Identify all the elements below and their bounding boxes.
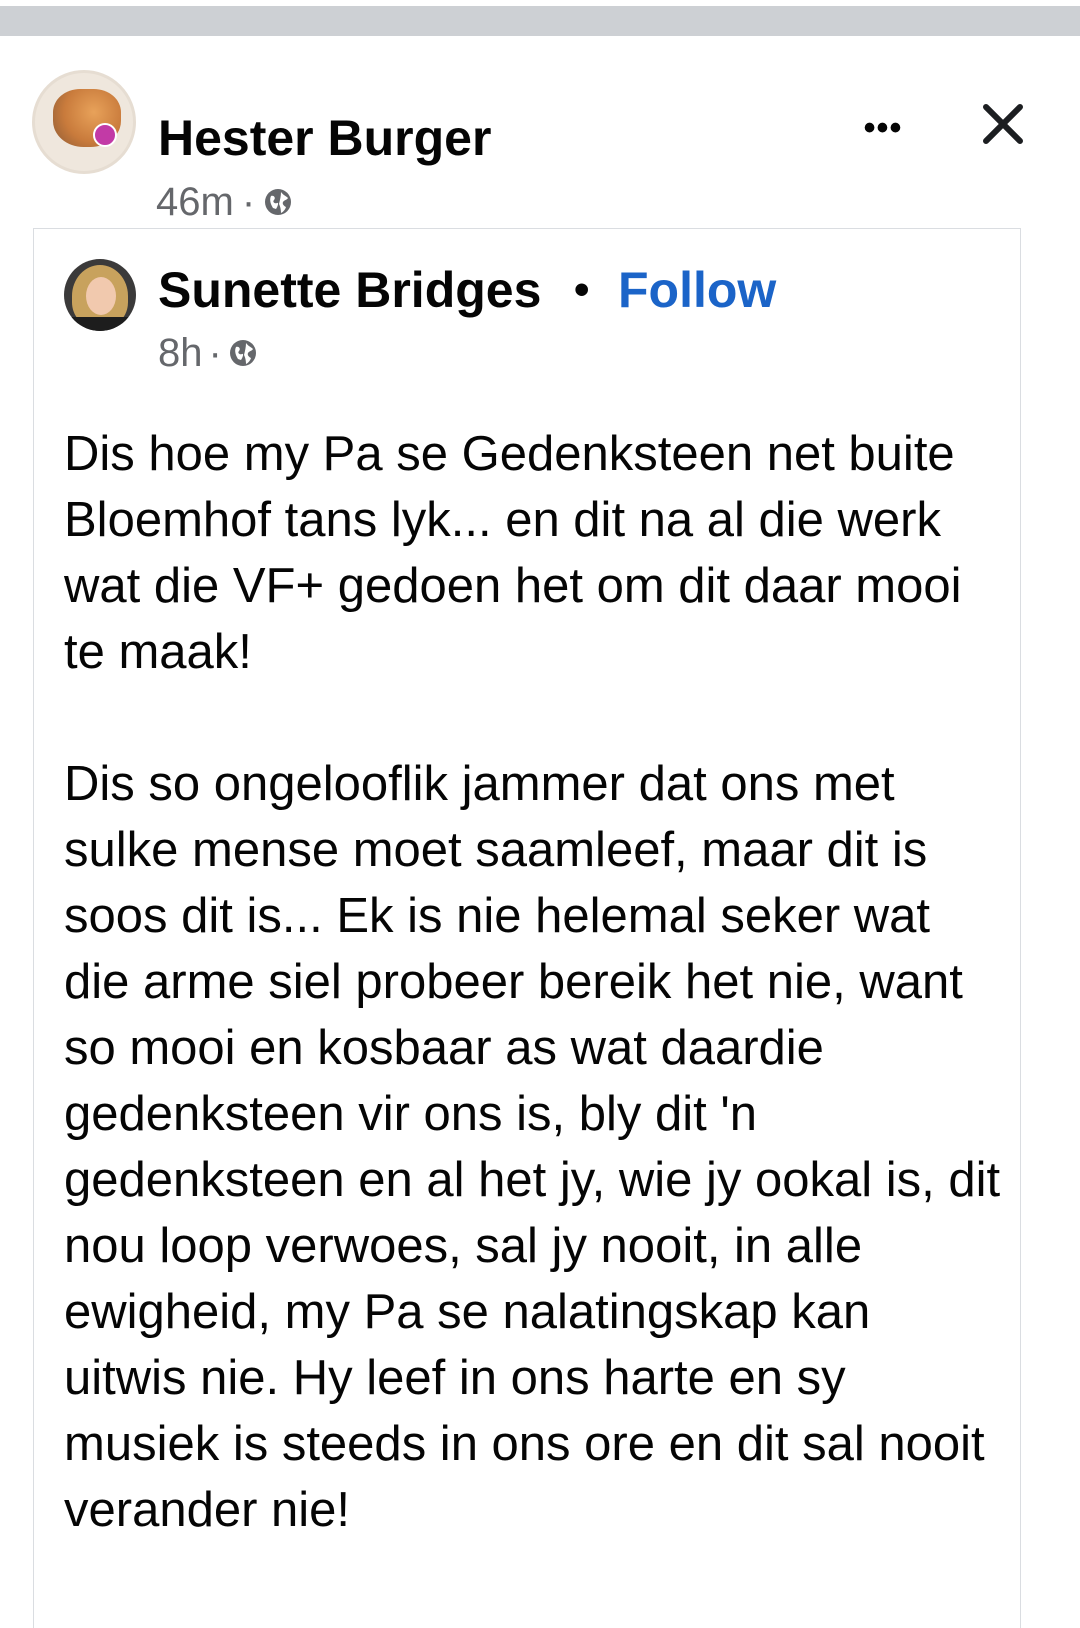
shared-post-card: Sunette Bridges • Follow 8h · Dis hoe my… bbox=[33, 228, 1021, 1628]
post-author-name[interactable]: Hester Burger bbox=[158, 108, 491, 168]
meta-separator: · bbox=[241, 180, 256, 224]
shared-post-meta: 8h · bbox=[158, 329, 258, 377]
post-timestamp[interactable]: 46m bbox=[156, 178, 234, 226]
author-avatar[interactable] bbox=[32, 70, 136, 174]
post-header: Hester Burger 46m · ••• bbox=[0, 38, 1080, 224]
top-divider-bar bbox=[0, 6, 1080, 36]
follow-button[interactable]: Follow bbox=[618, 259, 776, 321]
shared-author-name[interactable]: Sunette Bridges bbox=[158, 259, 541, 321]
post-meta: 46m · bbox=[156, 178, 293, 226]
follow-separator: • bbox=[574, 265, 590, 314]
meta-separator: · bbox=[208, 331, 222, 375]
more-options-button[interactable]: ••• bbox=[858, 108, 908, 148]
globe-icon bbox=[229, 340, 256, 366]
post-paragraph: Dis so ongelooflik jammer dat ons met su… bbox=[64, 757, 1001, 1537]
status-strip bbox=[0, 0, 1080, 38]
post-paragraph: Dis hoe my Pa se Gedenksteen net buite B… bbox=[64, 427, 962, 679]
avatar-collar bbox=[64, 317, 136, 331]
shared-post-timestamp[interactable]: 8h bbox=[158, 329, 203, 377]
globe-icon bbox=[265, 189, 292, 215]
avatar-face bbox=[86, 277, 116, 315]
post-body-text: Dis hoe my Pa se Gedenksteen net buite B… bbox=[64, 421, 1004, 1543]
heart-badge-icon bbox=[93, 123, 117, 147]
shared-author-avatar[interactable] bbox=[64, 259, 136, 331]
close-icon[interactable] bbox=[978, 98, 1028, 150]
